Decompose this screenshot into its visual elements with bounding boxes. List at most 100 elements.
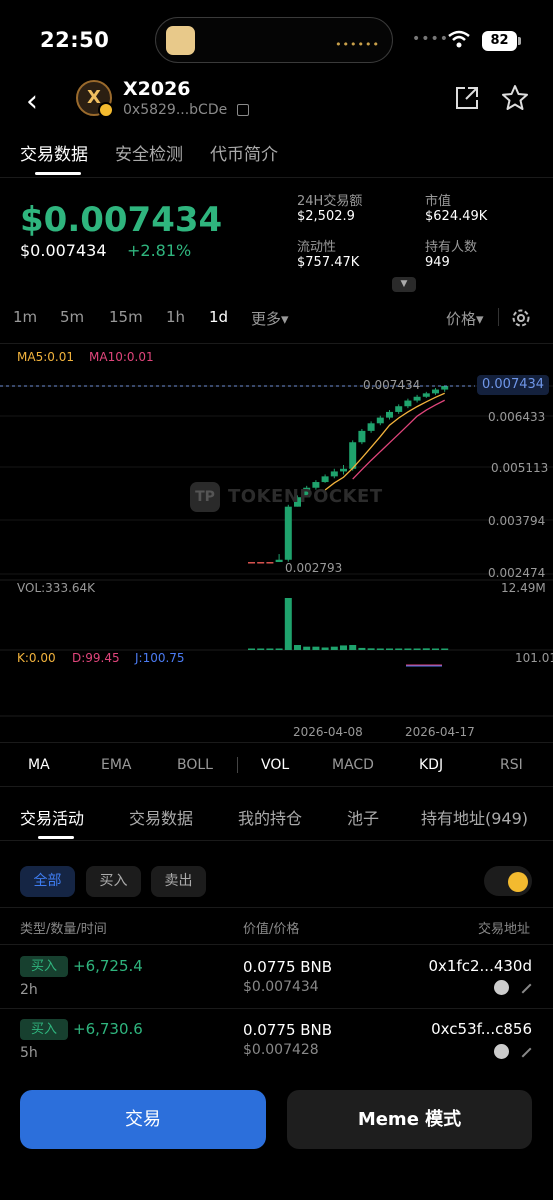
- candle: [248, 562, 255, 564]
- divider: [498, 308, 499, 326]
- candle: [413, 396, 421, 401]
- price-type-select[interactable]: 价格▾: [446, 308, 484, 329]
- trade-price-usd: $0.007434: [243, 979, 319, 995]
- back-icon[interactable]: ‹: [26, 84, 38, 119]
- expand-stats-chevron-icon[interactable]: ▼: [392, 277, 416, 292]
- volume-bar: [386, 648, 393, 650]
- volume-label: VOL:333.64K: [17, 581, 96, 595]
- candle: [386, 411, 393, 418]
- timeframe-5m[interactable]: 5m: [60, 308, 84, 326]
- trade-amount: +6,730.6: [73, 1020, 143, 1038]
- timeframe-15m[interactable]: 15m: [109, 308, 143, 326]
- dynamic-island[interactable]: ••••••: [155, 17, 393, 63]
- copy-icon[interactable]: [237, 104, 249, 116]
- y-tick: 0.002474: [488, 566, 546, 580]
- tab-trade-activity[interactable]: 交易活动: [20, 805, 84, 829]
- table-row[interactable]: 买入 +6,725.4 2h 0.0775 BNB $0.007434 0x1f…: [0, 945, 553, 1008]
- volume-bar: [349, 645, 357, 650]
- wallet-analysis-icon[interactable]: [494, 980, 509, 995]
- tab-token-intro[interactable]: 代币简介: [210, 140, 278, 165]
- price-main: $0.007434: [20, 200, 223, 240]
- filter-sell[interactable]: 卖出: [151, 866, 206, 897]
- filter-all[interactable]: 全部: [20, 866, 75, 897]
- stat-label-holders: 持有人数: [425, 240, 478, 255]
- y-tick: 0.005113: [491, 461, 549, 475]
- divider: [237, 757, 238, 773]
- indicator-boll[interactable]: BOLL: [177, 757, 213, 773]
- divider: [0, 840, 553, 841]
- low-price-label: 0.002793: [285, 561, 343, 575]
- timeframe-1d[interactable]: 1d: [209, 308, 228, 326]
- kline-chart[interactable]: TP TOKENPOCKET MA5:0.01 MA10:0.01 0.0074…: [0, 343, 553, 743]
- stat-value-holders: 949: [425, 255, 450, 270]
- stat-label-liquidity: 流动性: [297, 240, 337, 255]
- volume-bar: [422, 648, 430, 650]
- kdj-max-label: 101.01: [515, 651, 553, 665]
- volume-bar: [404, 648, 412, 650]
- trade-address[interactable]: 0x1fc2...430d: [429, 957, 533, 975]
- high-price-label: 0.007434: [363, 378, 421, 392]
- stat-value-mcap: $624.49K: [425, 209, 488, 224]
- meme-mode-button[interactable]: Meme 模式: [287, 1090, 532, 1149]
- trade-time: 2h: [20, 982, 38, 998]
- edit-icon[interactable]: [514, 976, 532, 994]
- filter-buy[interactable]: 买入: [86, 866, 141, 897]
- tab-security[interactable]: 安全检测: [115, 140, 183, 165]
- settings-gear-icon[interactable]: [511, 308, 531, 328]
- watermark-text: TOKENPOCKET: [228, 486, 383, 507]
- volume-bar: [395, 648, 403, 650]
- bnb-icon: [508, 872, 528, 892]
- col-header-value: 价值/价格: [243, 922, 300, 937]
- tab-trade-data-2[interactable]: 交易数据: [129, 805, 193, 829]
- tab-pools[interactable]: 池子: [347, 805, 379, 829]
- indicator-ma[interactable]: MA: [28, 757, 50, 773]
- watermark-logo: TP: [190, 482, 220, 512]
- tab-holder-addresses[interactable]: 持有地址(949): [421, 805, 528, 829]
- indicator-macd[interactable]: MACD: [332, 757, 374, 773]
- candle: [330, 471, 338, 477]
- volume-bar: [294, 645, 301, 650]
- volume-bar: [441, 648, 449, 650]
- tab-trade-data[interactable]: 交易数据: [20, 140, 88, 165]
- volume-bar: [275, 648, 283, 650]
- timeframe-1h[interactable]: 1h: [166, 308, 185, 326]
- volume-bar: [376, 648, 384, 650]
- volume-bar: [340, 645, 347, 650]
- y-tick: 0.006433: [488, 410, 546, 424]
- volume-bar: [266, 648, 274, 650]
- candle: [257, 562, 265, 564]
- share-icon[interactable]: [454, 85, 480, 111]
- trade-amount: +6,725.4: [73, 957, 143, 975]
- candle: [284, 506, 292, 560]
- indicator-kdj[interactable]: KDJ: [419, 757, 443, 773]
- timeframe-more[interactable]: 更多▾: [251, 308, 289, 329]
- kline-chart-svg[interactable]: [0, 344, 553, 744]
- trade-button[interactable]: 交易: [20, 1090, 266, 1149]
- candle: [422, 393, 430, 397]
- volume-bar: [432, 648, 439, 650]
- candle: [395, 406, 403, 412]
- table-row[interactable]: 买入 +6,730.6 5h 0.0775 BNB $0.007428 0xc5…: [0, 1009, 553, 1072]
- wallet-analysis-icon[interactable]: [494, 1044, 509, 1059]
- star-icon[interactable]: [501, 84, 529, 112]
- x-axis-date: 2026-04-08: [293, 725, 363, 739]
- battery-indicator: 82: [482, 31, 521, 51]
- edit-icon[interactable]: [514, 1040, 532, 1058]
- token-address[interactable]: 0x5829...bCDe: [123, 102, 227, 118]
- indicator-ema[interactable]: EMA: [101, 757, 132, 773]
- volume-bar: [248, 648, 255, 650]
- timeframe-1m[interactable]: 1m: [13, 308, 37, 326]
- trade-value-bnb: 0.0775 BNB: [243, 1021, 333, 1039]
- trade-type-badge: 买入: [20, 1019, 68, 1040]
- volume-max-label: 12.49M: [501, 581, 546, 595]
- island-app-icon: [166, 26, 195, 55]
- divider: [0, 786, 553, 787]
- volume-bar: [284, 598, 292, 650]
- tab-my-holdings[interactable]: 我的持仓: [238, 805, 302, 829]
- trade-address[interactable]: 0xc53f...c856: [431, 1020, 532, 1038]
- indicator-vol[interactable]: VOL: [261, 757, 289, 773]
- price-usd: $0.007434: [20, 241, 107, 260]
- tab-active-indicator: [38, 836, 74, 839]
- indicator-rsi[interactable]: RSI: [500, 757, 523, 773]
- candle: [441, 386, 449, 390]
